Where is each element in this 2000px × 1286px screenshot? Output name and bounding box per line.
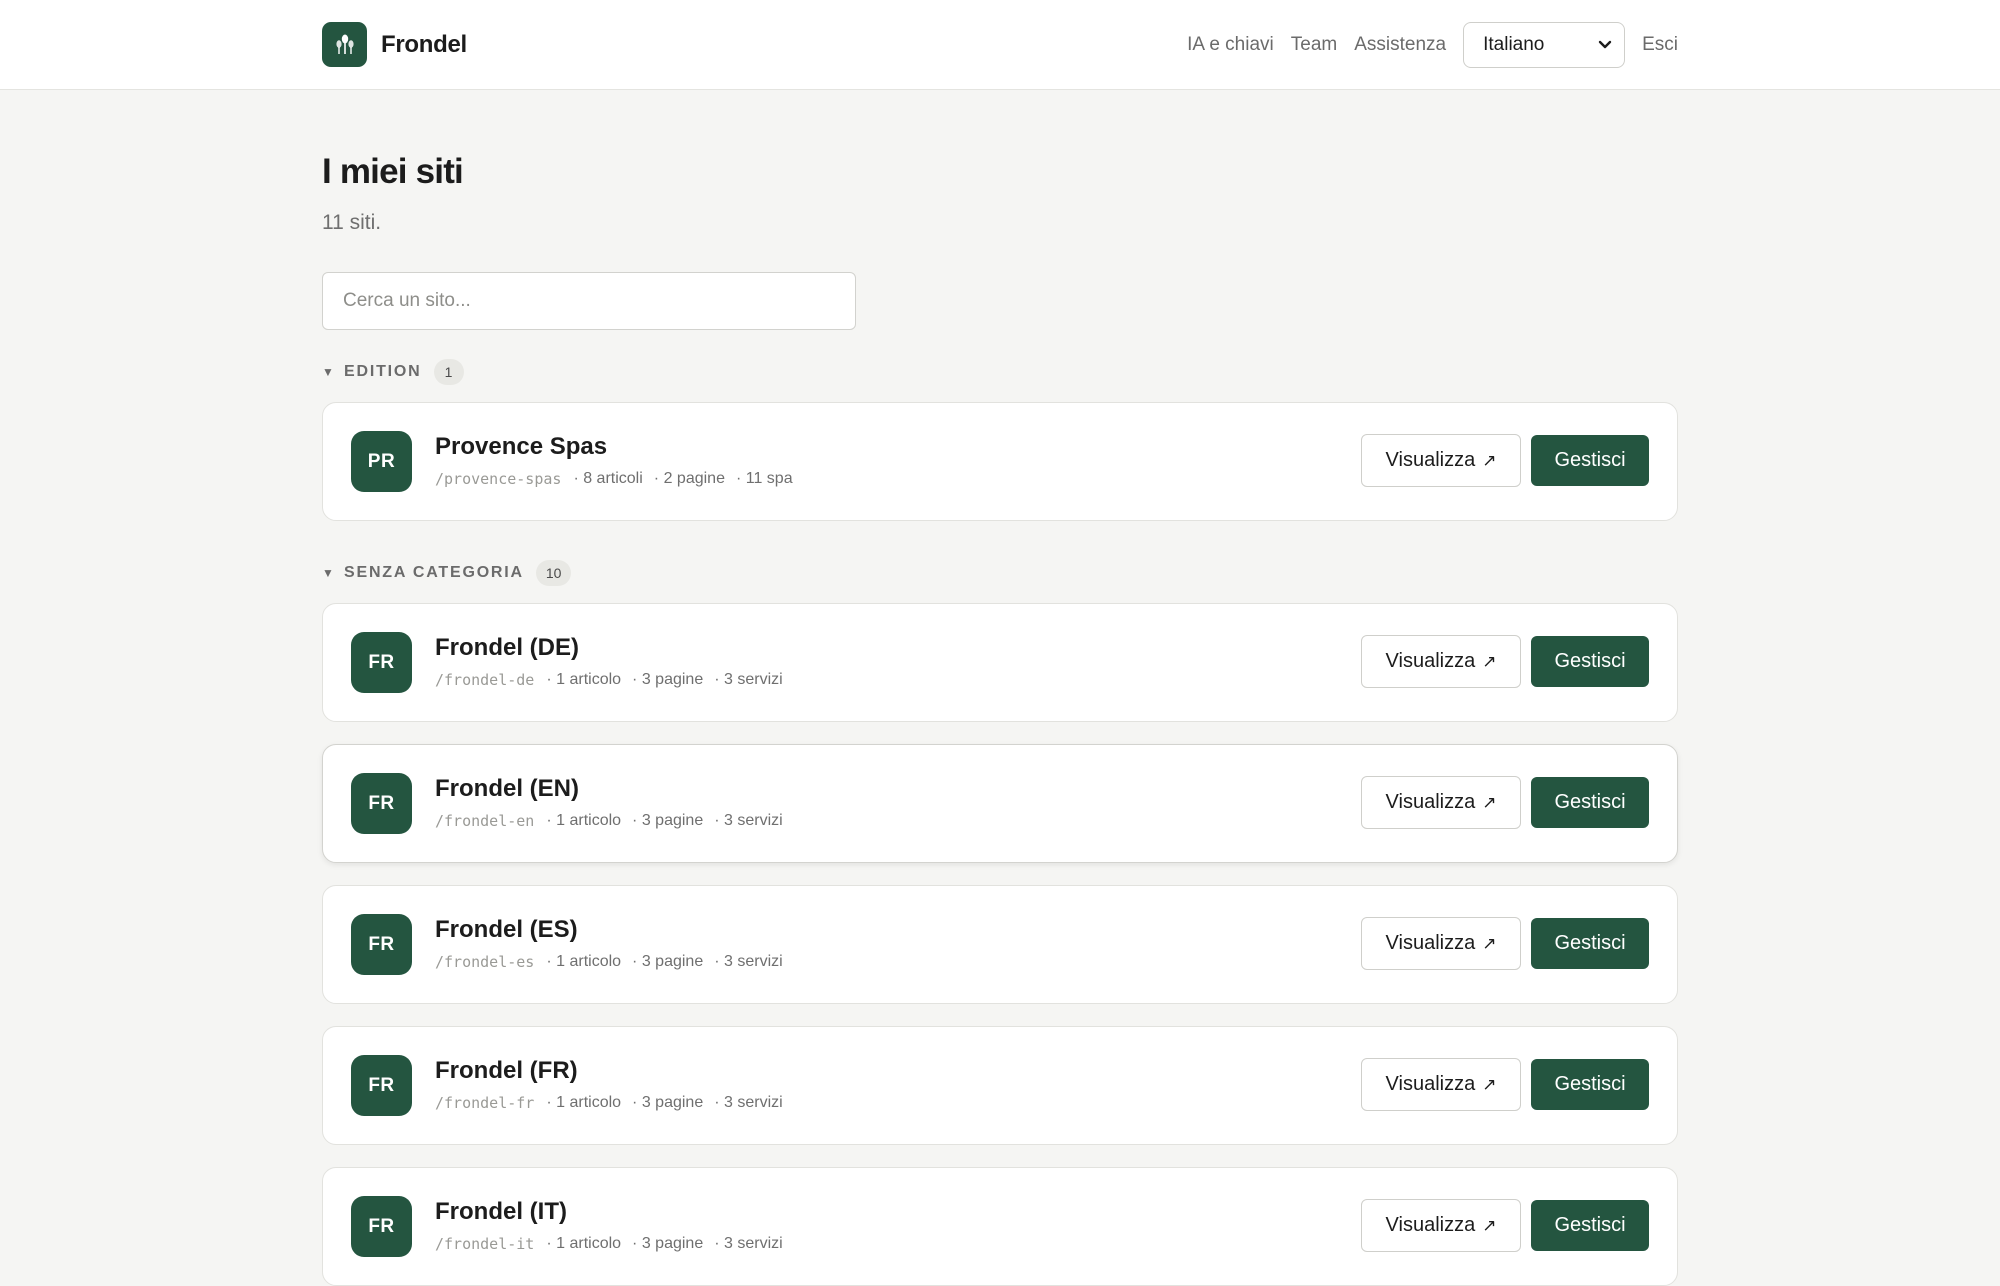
- site-services: · 3 servizi: [714, 671, 783, 688]
- site-articles: · 8 articoli: [573, 470, 643, 487]
- site-articles: · 1 articolo: [546, 953, 622, 970]
- site-avatar: PR: [351, 431, 412, 492]
- site-name: Frondel (ES): [435, 916, 578, 943]
- group-label: EDITION: [344, 363, 422, 380]
- brand-name: Frondel: [381, 30, 467, 58]
- site-slug: /frondel-it: [435, 1235, 535, 1253]
- main-content: I miei siti 11 siti. Cerca un sito... ▼ …: [322, 90, 1678, 1286]
- site-items: · 11 spa: [735, 470, 793, 487]
- manage-button[interactable]: Gestisci: [1531, 1200, 1649, 1251]
- site-meta: /frondel-it · 1 articolo · 3 pagine · 3 …: [435, 1234, 794, 1254]
- site-slug: /frondel-de: [435, 671, 535, 689]
- site-slug: /frondel-es: [435, 953, 535, 971]
- view-button-label: Visualizza: [1385, 932, 1476, 954]
- group-count-badge: 10: [535, 560, 572, 586]
- view-button[interactable]: Visualizza ↗: [1361, 434, 1521, 487]
- site-meta: /frondel-es · 1 articolo · 3 pagine · 3 …: [435, 952, 794, 972]
- group-header[interactable]: ▼ SENZA CATEGORIA 10: [322, 559, 1678, 587]
- top-nav: IA e chiavi Team Assistenza Italiano Esc…: [1187, 22, 1678, 68]
- site-slug: /frondel-fr: [435, 1094, 535, 1112]
- site-avatar: FR: [351, 1196, 412, 1257]
- site-card: FR Frondel (FR) /frondel-fr · 1 articolo…: [322, 1026, 1678, 1145]
- manage-button[interactable]: Gestisci: [1531, 1059, 1649, 1110]
- site-articles: · 1 articolo: [546, 812, 622, 829]
- site-meta: /provence-spas · 8 articoli · 2 pagine ·…: [435, 469, 804, 489]
- site-card: FR Frondel (IT) /frondel-it · 1 articolo…: [322, 1167, 1678, 1286]
- site-count: 11 siti.: [322, 211, 382, 234]
- search-input[interactable]: Cerca un sito...: [322, 272, 856, 330]
- site-avatar: FR: [351, 1055, 412, 1116]
- external-link-icon: ↗: [1482, 450, 1497, 470]
- group-count-badge: 1: [433, 359, 464, 385]
- site-pages: · 3 pagine: [632, 1235, 704, 1252]
- site-slug: /frondel-en: [435, 812, 535, 830]
- view-button[interactable]: Visualizza ↗: [1361, 1199, 1521, 1252]
- manage-button[interactable]: Gestisci: [1531, 636, 1649, 687]
- manage-button[interactable]: Gestisci: [1531, 435, 1649, 486]
- site-name: Frondel (FR): [435, 1057, 578, 1084]
- page-title: I miei siti: [322, 152, 464, 191]
- site-meta: /frondel-fr · 1 articolo · 3 pagine · 3 …: [435, 1093, 794, 1113]
- site-card: FR Frondel (EN) /frondel-en · 1 articolo…: [322, 744, 1678, 863]
- external-link-icon: ↗: [1482, 1215, 1497, 1235]
- chevron-down-icon: [1598, 34, 1612, 56]
- site-name: Frondel (IT): [435, 1198, 567, 1225]
- caret-down-icon: ▼: [322, 365, 334, 379]
- top-bar: Frondel IA e chiavi Team Assistenza Ital…: [0, 0, 2000, 90]
- site-services: · 3 servizi: [714, 953, 783, 970]
- group-header[interactable]: ▼ EDITION 1: [322, 358, 1678, 386]
- site-avatar: FR: [351, 632, 412, 693]
- view-button[interactable]: Visualizza ↗: [1361, 776, 1521, 829]
- nav-link-support[interactable]: Assistenza: [1354, 34, 1446, 56]
- site-avatar: FR: [351, 914, 412, 975]
- site-avatar: FR: [351, 773, 412, 834]
- view-button-label: Visualizza: [1385, 650, 1476, 672]
- site-pages: · 3 pagine: [632, 812, 704, 829]
- manage-button[interactable]: Gestisci: [1531, 918, 1649, 969]
- external-link-icon: ↗: [1482, 651, 1497, 671]
- view-button-label: Visualizza: [1385, 791, 1476, 813]
- group-uncategorized: ▼ SENZA CATEGORIA 10 FR Frondel (DE) /fr…: [322, 559, 1678, 1286]
- site-name: Provence Spas: [435, 433, 608, 460]
- nav-link-ai-keys[interactable]: IA e chiavi: [1187, 34, 1274, 56]
- view-button-label: Visualizza: [1385, 449, 1476, 471]
- view-button[interactable]: Visualizza ↗: [1361, 1058, 1521, 1111]
- site-name: Frondel (EN): [435, 775, 579, 802]
- brand[interactable]: Frondel: [322, 22, 467, 67]
- site-services: · 3 servizi: [714, 812, 783, 829]
- site-card: FR Frondel (DE) /frondel-de · 1 articolo…: [322, 603, 1678, 722]
- language-select[interactable]: Italiano: [1463, 22, 1626, 68]
- site-articles: · 1 articolo: [546, 1235, 622, 1252]
- site-services: · 3 servizi: [714, 1094, 783, 1111]
- site-card: PR Provence Spas /provence-spas · 8 arti…: [322, 402, 1678, 521]
- group-edition: ▼ EDITION 1 PR Provence Spas /provence-s…: [322, 358, 1678, 521]
- external-link-icon: ↗: [1482, 792, 1497, 812]
- site-articles: · 1 articolo: [546, 1094, 622, 1111]
- language-select-value: Italiano: [1483, 34, 1545, 55]
- site-pages: · 3 pagine: [632, 671, 704, 688]
- site-card: FR Frondel (ES) /frondel-es · 1 articolo…: [322, 885, 1678, 1004]
- site-pages: · 2 pagine: [653, 470, 725, 487]
- site-slug: /provence-spas: [435, 470, 562, 488]
- external-link-icon: ↗: [1482, 933, 1497, 953]
- nav-link-team[interactable]: Team: [1291, 34, 1337, 56]
- view-button[interactable]: Visualizza ↗: [1361, 635, 1521, 688]
- site-articles: · 1 articolo: [546, 671, 622, 688]
- site-services: · 3 servizi: [714, 1235, 783, 1252]
- site-name: Frondel (DE): [435, 634, 579, 661]
- site-pages: · 3 pagine: [632, 1094, 704, 1111]
- site-meta: /frondel-de · 1 articolo · 3 pagine · 3 …: [435, 670, 794, 690]
- logout-link[interactable]: Esci: [1642, 34, 1678, 56]
- view-button-label: Visualizza: [1385, 1073, 1476, 1095]
- search-placeholder: Cerca un sito...: [343, 290, 471, 311]
- site-meta: /frondel-en · 1 articolo · 3 pagine · 3 …: [435, 811, 794, 831]
- frondel-logo-icon: [322, 22, 367, 67]
- view-button-label: Visualizza: [1385, 1214, 1476, 1236]
- manage-button[interactable]: Gestisci: [1531, 777, 1649, 828]
- view-button[interactable]: Visualizza ↗: [1361, 917, 1521, 970]
- external-link-icon: ↗: [1482, 1074, 1497, 1094]
- group-label: SENZA CATEGORIA: [344, 564, 524, 581]
- site-pages: · 3 pagine: [632, 953, 704, 970]
- caret-down-icon: ▼: [322, 566, 334, 580]
